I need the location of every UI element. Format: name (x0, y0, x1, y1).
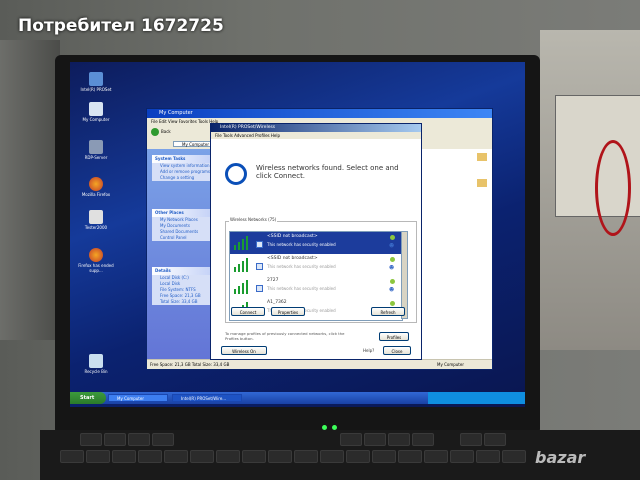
network-security: This network has security enabled (267, 264, 336, 269)
desktop-icon-firefox-ended[interactable]: Firefox has ended supp... (76, 248, 116, 273)
refresh-button[interactable]: Refresh (371, 307, 405, 316)
network-security: This network has security enabled (267, 242, 336, 247)
explorer-status-bar: Free Space: 21,3 GB Total Size: 33,4 GB … (147, 359, 492, 368)
wireless-on-button[interactable]: Wireless On (221, 346, 267, 355)
adhoc-icon: ☻ (389, 243, 395, 249)
close-button[interactable]: Close (383, 346, 411, 355)
taskbar-item-explorer[interactable]: My Computer (108, 394, 168, 402)
desktop-icon-rdp[interactable]: RDP-Server (76, 140, 116, 160)
wireless-message: Wireless networks found. Select one and … (256, 164, 399, 180)
system-tray[interactable] (428, 392, 525, 404)
desktop-icon-proset[interactable]: Intel(R) PROSet (76, 72, 116, 92)
properties-button[interactable]: Properties (271, 307, 305, 316)
seller-banner: Потребител 1672725 (18, 16, 224, 36)
profiles-hint: To manage profiles of previously connect… (225, 331, 345, 341)
left-equipment (0, 40, 60, 340)
taskbar-item-wireless[interactable]: Intel(R) PROSet/Wire... (172, 394, 242, 402)
detail-text: Total Size: 33,4 GB (160, 299, 198, 304)
network-name: <SSID not broadcast> (267, 256, 318, 261)
signal-bars-icon (234, 234, 254, 250)
desktop-icon-firefox[interactable]: Mozilla Firefox (76, 177, 116, 197)
adhoc-icon: ☻ (389, 287, 395, 293)
details-panel: Details Local Disk (C:) Local Disk File … (152, 267, 210, 305)
wireless-body: Wireless networks found. Select one and … (211, 139, 421, 359)
wireless-menu-bar[interactable]: File Tools Advanced Profiles Help (211, 132, 421, 139)
profiles-button[interactable]: Profiles (379, 332, 409, 341)
signal-bars-icon (234, 256, 254, 272)
power-led (322, 425, 327, 430)
status-text: Free Space: 21,3 GB Total Size: 33,4 GB (150, 362, 230, 367)
network-security: This network has security enabled (267, 286, 336, 291)
status-dot-icon (390, 235, 395, 240)
desktop-icon-my-computer[interactable]: My Computer (76, 102, 116, 122)
server-icon (89, 140, 103, 154)
status-led (332, 425, 337, 430)
status-location: My Computer (437, 362, 464, 367)
network-name: A1_7362 (267, 300, 287, 305)
adhoc-icon: ☻ (389, 265, 395, 271)
network-row[interactable]: <SSID not broadcast> This network has se… (230, 232, 402, 254)
explorer-task-pane: System Tasks View system information Add… (147, 149, 215, 359)
connect-button[interactable]: Connect (231, 307, 265, 316)
signal-bars-icon (234, 278, 254, 294)
firefox-icon (89, 248, 103, 262)
folder-icon[interactable] (477, 153, 487, 161)
computer-icon (89, 102, 103, 116)
folder-icon[interactable] (477, 179, 487, 187)
red-cable (595, 140, 631, 236)
wireless-title-bar[interactable]: Intel(R) PROSet/Wireless (211, 124, 421, 132)
lock-icon (256, 285, 263, 292)
back-icon[interactable] (151, 128, 159, 136)
network-list-scrollbar[interactable] (401, 231, 408, 319)
network-icon (89, 72, 103, 86)
status-dot-icon (390, 257, 395, 262)
wireless-dialog[interactable]: Intel(R) PROSet/Wireless File Tools Adva… (210, 123, 422, 360)
network-row[interactable]: <SSID not broadcast> This network has se… (230, 254, 402, 276)
desktop-icon-tester[interactable]: Tester2000 (76, 210, 116, 230)
panel-header[interactable]: Details (152, 267, 210, 275)
recycle-bin-icon (89, 354, 103, 368)
other-places-panel: Other Places My Network Places My Docume… (152, 209, 210, 241)
network-name: 2727 (267, 278, 279, 283)
networks-group-label: Wireless Networks (75) (229, 217, 278, 222)
place-link[interactable]: Control Panel (152, 235, 210, 241)
lock-icon (256, 263, 263, 270)
system-tasks-panel: System Tasks View system information Add… (152, 155, 210, 181)
panel-header[interactable]: System Tasks (152, 155, 210, 163)
tool-icon (89, 210, 103, 224)
status-dot-icon (390, 301, 395, 306)
back-button[interactable]: Back (161, 129, 171, 134)
network-name: <SSID not broadcast> (267, 234, 318, 239)
panel-header[interactable]: Other Places (152, 209, 210, 217)
wireless-globe-icon (225, 163, 247, 185)
task-link[interactable]: Change a setting (152, 175, 210, 181)
help-link[interactable]: Help? (363, 348, 374, 353)
watermark-logo: bazar (535, 448, 586, 467)
network-row[interactable]: 2727 This network has security enabled ☻ (230, 276, 402, 298)
explorer-title-bar[interactable]: My Computer (147, 109, 492, 118)
status-dot-icon (390, 279, 395, 284)
firefox-icon (89, 177, 103, 191)
desktop-icon-recycle-bin[interactable]: Recycle Bin (76, 354, 116, 374)
start-button[interactable]: Start (70, 392, 106, 404)
lock-icon (256, 241, 263, 248)
